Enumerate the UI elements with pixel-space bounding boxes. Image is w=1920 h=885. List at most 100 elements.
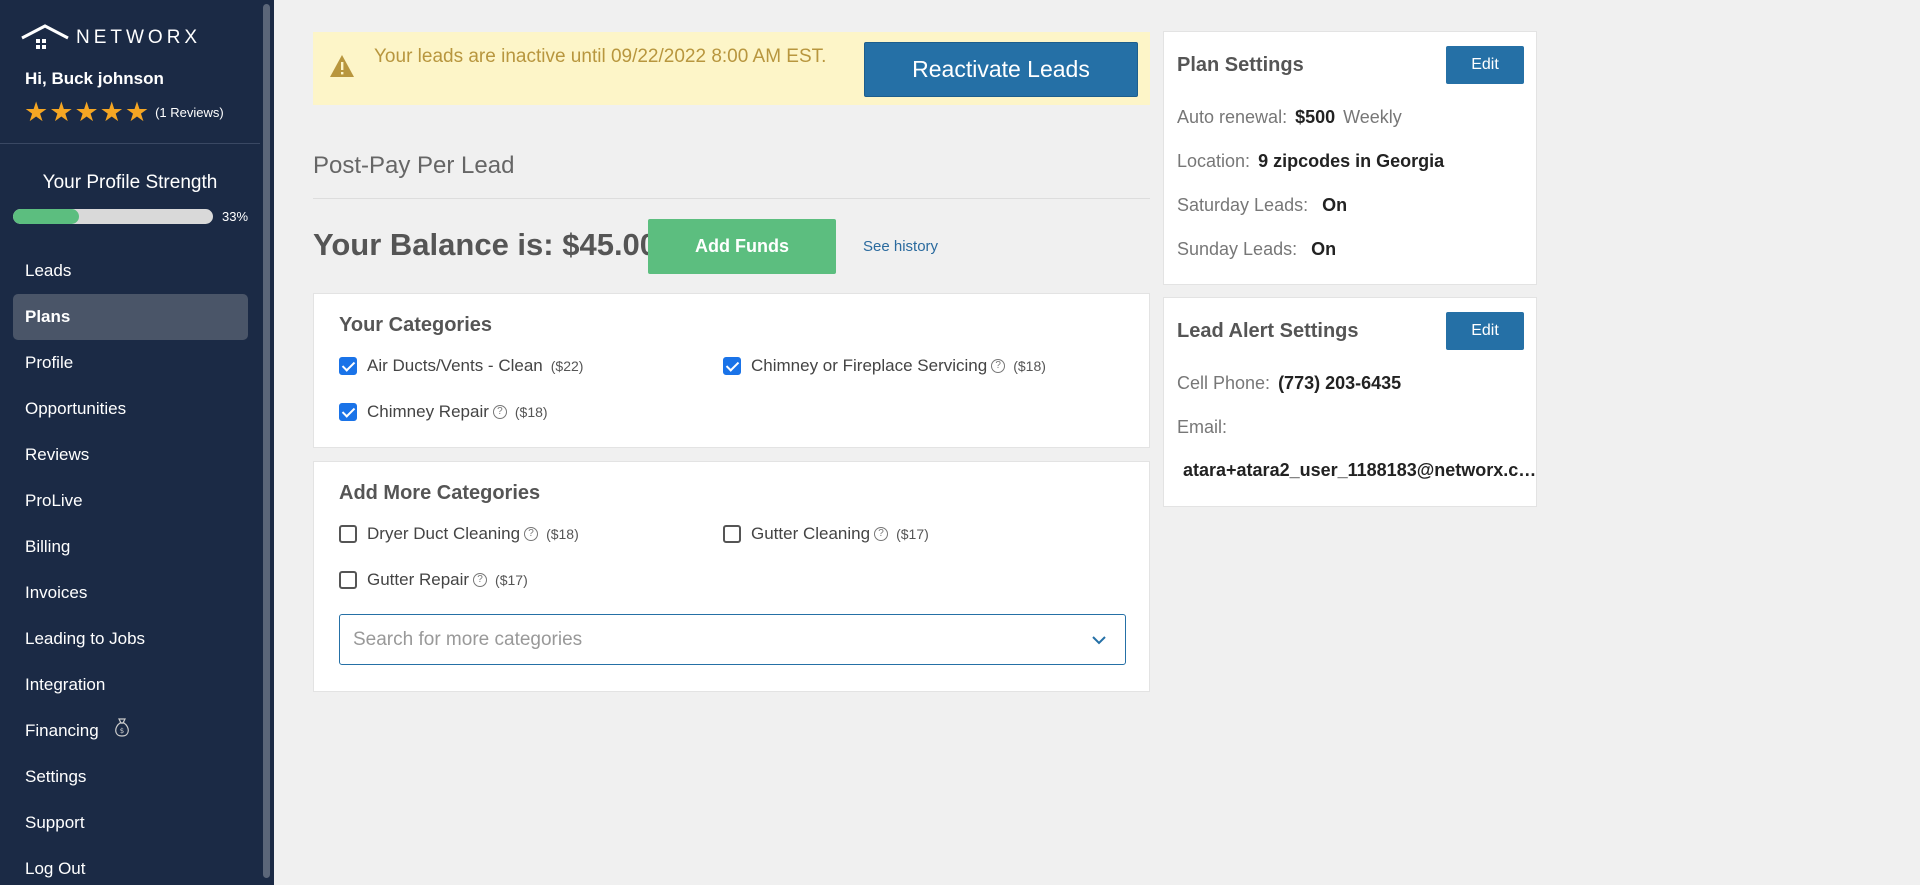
sidebar-item-opportunities[interactable]: Opportunities bbox=[13, 386, 248, 432]
email-value: atara+atara2_user_1188183@networx.com bbox=[1183, 460, 1543, 480]
category-item[interactable]: Gutter Cleaning ? ($17) bbox=[723, 524, 929, 544]
sidebar-nav: Leads Plans Profile Opportunities Review… bbox=[13, 248, 248, 885]
auto-renewal-row: Auto renewal: $500 Weekly bbox=[1177, 107, 1402, 128]
balance-text: Your Balance is: $45.00 bbox=[313, 227, 658, 262]
checkbox[interactable] bbox=[339, 571, 357, 589]
help-icon[interactable]: ? bbox=[492, 405, 507, 419]
auto-renewal-label: Auto renewal: bbox=[1177, 107, 1288, 127]
category-price: ($18) bbox=[1013, 358, 1046, 374]
sunday-leads-value: On bbox=[1311, 239, 1337, 259]
help-icon[interactable]: ? bbox=[874, 527, 889, 541]
reviews-count[interactable]: (1 Reviews) bbox=[155, 105, 224, 120]
location-label: Location: bbox=[1177, 151, 1251, 171]
svg-text:$: $ bbox=[120, 727, 124, 735]
see-history-link[interactable]: See history bbox=[863, 238, 938, 255]
page-title: Post-Pay Per Lead bbox=[313, 152, 515, 179]
sidebar-item-leading-to-jobs[interactable]: Leading to Jobs bbox=[13, 616, 248, 662]
money-bag-icon: $ bbox=[113, 709, 131, 755]
sidebar: NETWORX Hi, Buck johnson ★ ★ ★ ★ ★ (1 Re… bbox=[0, 0, 274, 885]
category-label: Chimney or Fireplace Servicing bbox=[751, 356, 988, 375]
category-item[interactable]: Chimney or Fireplace Servicing ? ($18) bbox=[723, 356, 1046, 376]
sidebar-item-profile[interactable]: Profile bbox=[13, 340, 248, 386]
location-value: 9 zipcodes in Georgia bbox=[1258, 151, 1445, 171]
cell-phone-label: Cell Phone: bbox=[1177, 373, 1271, 393]
sunday-leads-row: Sunday Leads: On bbox=[1177, 239, 1336, 260]
sidebar-item-support[interactable]: Support bbox=[13, 800, 248, 846]
edit-lead-alert-button[interactable]: Edit bbox=[1446, 312, 1524, 350]
star-icon: ★ bbox=[99, 97, 124, 127]
add-funds-button[interactable]: Add Funds bbox=[648, 219, 836, 274]
help-icon[interactable]: ? bbox=[473, 573, 488, 587]
sidebar-item-label: Financing bbox=[25, 721, 99, 740]
add-more-categories-card: Add More Categories Dryer Duct Cleaning … bbox=[313, 461, 1150, 692]
category-item[interactable]: Chimney Repair ? ($18) bbox=[339, 402, 548, 422]
profile-strength-fill bbox=[13, 209, 79, 224]
star-icon: ★ bbox=[49, 97, 74, 127]
checkbox[interactable] bbox=[723, 357, 741, 375]
sidebar-item-prolive[interactable]: ProLive bbox=[13, 478, 248, 524]
alert-message: Your leads are inactive until 09/22/2022… bbox=[374, 46, 827, 67]
lead-alert-settings-title: Lead Alert Settings bbox=[1177, 320, 1359, 342]
checkbox[interactable] bbox=[339, 525, 357, 543]
location-row: Location: 9 zipcodes in Georgia bbox=[1177, 151, 1444, 172]
category-item[interactable]: Gutter Repair ? ($17) bbox=[339, 570, 528, 590]
profile-strength-percent: 33% bbox=[222, 209, 249, 224]
profile-strength-bar bbox=[13, 209, 213, 224]
sidebar-scrollbar[interactable] bbox=[263, 4, 270, 878]
reactivate-leads-button[interactable]: Reactivate Leads bbox=[864, 42, 1138, 97]
help-icon[interactable]: ? bbox=[524, 527, 539, 541]
sidebar-item-financing[interactable]: Financing $ bbox=[13, 708, 248, 754]
sidebar-item-integration[interactable]: Integration bbox=[13, 662, 248, 708]
checkbox[interactable] bbox=[723, 525, 741, 543]
warning-icon bbox=[329, 54, 355, 83]
category-item[interactable]: Air Ducts/Vents - Clean ($22) bbox=[339, 356, 583, 376]
sunday-leads-label: Sunday Leads: bbox=[1177, 239, 1298, 259]
plan-settings-card: Plan Settings Edit Auto renewal: $500 Week… bbox=[1163, 31, 1537, 285]
category-search[interactable] bbox=[339, 614, 1126, 665]
category-price: ($17) bbox=[896, 526, 929, 542]
sidebar-item-settings[interactable]: Settings bbox=[13, 754, 248, 800]
email-label: Email: bbox=[1177, 417, 1228, 437]
rating-stars: ★ ★ ★ ★ ★ (1 Reviews) bbox=[24, 97, 224, 127]
category-label: Gutter Cleaning bbox=[751, 524, 871, 543]
help-icon[interactable]: ? bbox=[991, 359, 1006, 373]
category-label: Air Ducts/Vents - Clean bbox=[367, 356, 543, 375]
category-label: Dryer Duct Cleaning bbox=[367, 524, 521, 543]
auto-renewal-value: $500 bbox=[1295, 107, 1336, 127]
networx-logo[interactable]: NETWORX bbox=[20, 24, 201, 52]
house-logo-icon bbox=[21, 24, 69, 49]
chevron-down-icon[interactable] bbox=[1090, 631, 1108, 654]
add-more-categories-title: Add More Categories bbox=[339, 482, 541, 504]
checkbox[interactable] bbox=[339, 357, 357, 375]
cell-phone-row: Cell Phone: (773) 203-6435 bbox=[1177, 373, 1401, 394]
star-icon: ★ bbox=[74, 97, 99, 127]
plan-settings-title: Plan Settings bbox=[1177, 54, 1304, 76]
auto-renewal-period: Weekly bbox=[1343, 107, 1402, 127]
saturday-leads-row: Saturday Leads: On bbox=[1177, 195, 1347, 216]
sidebar-item-leads[interactable]: Leads bbox=[13, 248, 248, 294]
sidebar-item-invoices[interactable]: Invoices bbox=[13, 570, 248, 616]
divider bbox=[313, 198, 1150, 199]
category-search-input[interactable] bbox=[340, 615, 1080, 664]
category-item[interactable]: Dryer Duct Cleaning ? ($18) bbox=[339, 524, 579, 544]
category-price: ($18) bbox=[514, 404, 548, 420]
sidebar-item-plans[interactable]: Plans bbox=[13, 294, 248, 340]
cell-phone-value: (773) 203-6435 bbox=[1278, 373, 1402, 393]
brand-name: NETWORX bbox=[76, 27, 202, 48]
your-categories-card: Your Categories Air Ducts/Vents - Clean … bbox=[313, 293, 1150, 448]
category-label: Chimney Repair bbox=[367, 402, 489, 421]
saturday-leads-value: On bbox=[1322, 195, 1348, 215]
star-icon: ★ bbox=[124, 97, 150, 127]
inactive-leads-alert: Your leads are inactive until 09/22/2022… bbox=[313, 32, 1150, 105]
sidebar-item-billing[interactable]: Billing bbox=[13, 524, 248, 570]
lead-alert-settings-card: Lead Alert Settings Edit Cell Phone: (773… bbox=[1163, 297, 1543, 507]
edit-plan-settings-button[interactable]: Edit bbox=[1446, 46, 1524, 84]
checkbox[interactable] bbox=[339, 403, 357, 421]
category-price: ($22) bbox=[550, 358, 584, 374]
sidebar-item-log-out[interactable]: Log Out bbox=[13, 846, 248, 885]
sidebar-item-reviews[interactable]: Reviews bbox=[13, 432, 248, 478]
user-greeting: Hi, Buck johnson bbox=[25, 69, 164, 88]
category-price: ($17) bbox=[495, 572, 528, 588]
your-categories-title: Your Categories bbox=[339, 314, 492, 336]
star-icon: ★ bbox=[24, 97, 49, 127]
